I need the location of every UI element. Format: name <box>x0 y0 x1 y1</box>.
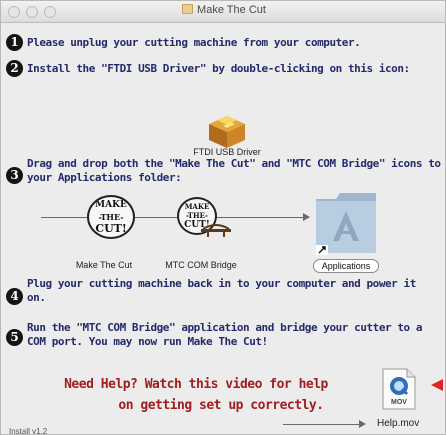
step-2-number: 2 <box>6 60 23 77</box>
com-bridge-label: MTC COM Bridge <box>165 260 237 270</box>
step-3-text: Drag and drop both the "Make The Cut" an… <box>27 157 441 184</box>
make-the-cut-badge-bottom: CUT! <box>95 222 127 235</box>
help-text-line-1: Need Help? Watch this video for help <box>64 377 328 392</box>
help-arrow-head <box>359 420 366 428</box>
red-pointer-arrow-icon <box>431 379 443 391</box>
step-1-text: Please unplug your cutting machine from … <box>27 36 361 49</box>
disk-image-icon <box>182 4 194 14</box>
window-title-wrap: Make The Cut <box>1 4 445 16</box>
drag-arrow-head <box>303 213 310 221</box>
step-4-number: 4 <box>6 288 23 305</box>
make-the-cut-label: Make The Cut <box>75 260 133 270</box>
step-4-text: Plug your cutting machine back in to you… <box>27 277 416 304</box>
com-bridge-badge-top: MAKE <box>184 202 210 211</box>
bridge-icon <box>201 224 231 237</box>
drag-arrow-line <box>41 217 309 218</box>
make-the-cut-app-icon[interactable]: MAKE -THE- CUT! <box>87 195 135 239</box>
help-movie-label: Help.mov <box>377 418 420 429</box>
step-5-number: 5 <box>6 329 23 346</box>
mov-badge: MOV <box>391 399 407 406</box>
step-5-text: Run the "MTC COM Bridge" application and… <box>27 321 423 348</box>
step-1-number: 1 <box>6 34 23 51</box>
com-bridge-badge-mid: -THE- <box>186 211 208 220</box>
ftdi-driver-label: FTDI USB Driver <box>193 147 261 157</box>
window-title: Make The Cut <box>197 4 266 16</box>
applications-folder-icon[interactable] <box>314 189 378 255</box>
step-2-text: Install the "FTDI USB Driver" by double-… <box>27 62 410 75</box>
installer-window: Make The Cut 1 Please unplug your cuttin… <box>0 0 446 435</box>
help-arrow-line <box>283 424 363 425</box>
applications-label: Applications <box>313 259 379 273</box>
version-label: Install v1.2 <box>9 427 48 435</box>
step-3-number: 3 <box>6 167 23 184</box>
make-the-cut-badge-mid: -THE- <box>98 212 124 222</box>
make-the-cut-badge-top: MAKE <box>95 200 127 210</box>
title-bar: Make The Cut <box>1 1 445 23</box>
help-text-line-2: on getting set up correctly. <box>118 398 324 413</box>
ftdi-driver-package-icon[interactable] <box>205 112 249 148</box>
